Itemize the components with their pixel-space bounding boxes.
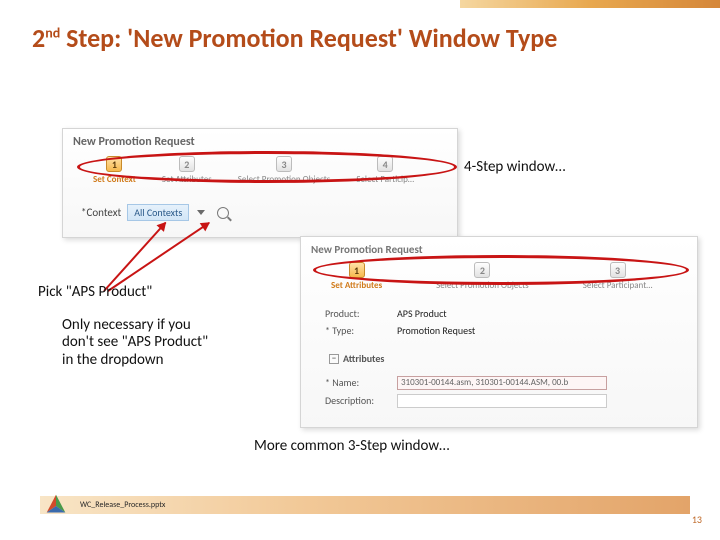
wizard-step-4[interactable]: 4 Select Particip…	[356, 156, 414, 185]
wizard-step-1[interactable]: 1 Set Context	[93, 156, 136, 185]
title-rest: Step: 'New Promotion Request' Window Typ…	[60, 22, 557, 54]
type-label: * Type:	[325, 324, 391, 337]
step-label: Select Promotion Objects	[238, 174, 331, 185]
description-input[interactable]	[397, 394, 607, 408]
context-dropdown[interactable]: All Contexts	[127, 204, 189, 221]
form-body: Product: APS Product * Type: Promotion R…	[301, 297, 697, 418]
callout-4step: 4-Step window…	[464, 158, 566, 176]
description-label: Description:	[325, 394, 391, 408]
step-badge: 2	[179, 156, 195, 172]
logo-icon	[42, 492, 70, 520]
search-icon[interactable]	[217, 207, 229, 219]
callout-only-necessary: Only necessary if you don't see "APS Pro…	[62, 317, 220, 369]
step-label: Set Context	[93, 174, 136, 185]
wizard-step-1[interactable]: 1 Set Attributes	[331, 262, 382, 291]
title-num: 2	[32, 22, 45, 54]
wizard-step-3[interactable]: 3 Select Promotion Objects	[238, 156, 331, 185]
step-badge: 4	[377, 156, 393, 172]
attributes-header[interactable]: − Attributes	[325, 349, 673, 368]
wizard-steps-3: 1 Set Attributes 2 Select Promotion Obje…	[301, 258, 697, 297]
product-row: Product: APS Product	[325, 305, 673, 322]
step-label: Set Attributes	[331, 280, 382, 291]
wizard-step-2[interactable]: 2 Set Attributes	[162, 156, 212, 185]
footer-bar: WC_Release_Process.pptx	[40, 496, 690, 514]
wizard-steps-4: 1 Set Context 2 Set Attributes 3 Select …	[63, 151, 457, 190]
wizard-step-3[interactable]: 3 Select Participant…	[583, 262, 653, 291]
window-title-1: New Promotion Request	[63, 129, 457, 151]
top-accent-bar	[460, 0, 720, 8]
title-ord: nd	[45, 24, 60, 41]
screenshot-4step-window: New Promotion Request 1 Set Context 2 Se…	[62, 128, 458, 238]
name-input[interactable]: 310301-00144.asm, 310301-00144.ASM, 00.b	[397, 376, 607, 390]
context-row: *Context All Contexts	[63, 190, 457, 225]
step-badge: 2	[474, 262, 490, 278]
step-badge: 1	[106, 156, 122, 172]
product-value: APS Product	[397, 307, 447, 320]
callout-pick-aps: Pick "APS Product"	[38, 283, 152, 301]
product-label: Product:	[325, 307, 391, 320]
attributes-label: Attributes	[343, 352, 384, 365]
screenshot-3step-window: New Promotion Request 1 Set Attributes 2…	[300, 236, 698, 428]
window-title-2: New Promotion Request	[301, 237, 697, 258]
footer-filename: WC_Release_Process.pptx	[80, 500, 165, 510]
wizard-step-2[interactable]: 2 Select Promotion Objects	[436, 262, 529, 291]
step-badge: 3	[610, 262, 626, 278]
step-badge: 3	[276, 156, 292, 172]
step-badge: 1	[349, 262, 365, 278]
description-row: Description:	[325, 392, 673, 410]
page-number: 13	[692, 513, 702, 526]
collapse-icon[interactable]: −	[329, 354, 339, 364]
callout-3step: More common 3-Step window…	[254, 437, 449, 455]
chevron-down-icon[interactable]	[197, 210, 205, 215]
step-label: Set Attributes	[162, 174, 212, 185]
name-label: * Name:	[325, 376, 391, 390]
context-value: All Contexts	[134, 206, 182, 219]
context-label: *Context	[81, 206, 121, 219]
name-row: * Name: 310301-00144.asm, 310301-00144.A…	[325, 374, 673, 392]
step-label: Select Promotion Objects	[436, 280, 529, 291]
step-label: Select Participant…	[583, 280, 653, 291]
type-value: Promotion Request	[397, 324, 475, 337]
type-row: * Type: Promotion Request	[325, 322, 673, 339]
slide-title: 2nd Step: 'New Promotion Request' Window…	[32, 22, 557, 54]
step-label: Select Particip…	[356, 174, 414, 185]
